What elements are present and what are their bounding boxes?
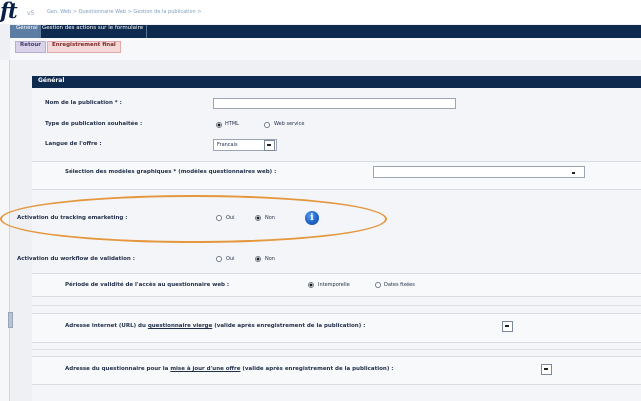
chevron-down-icon[interactable] (541, 364, 552, 375)
periode-validite-label: Période de validité de l'accès au questi… (65, 282, 230, 288)
periode-dates-radio[interactable] (375, 282, 381, 288)
chevron-down-icon (572, 172, 575, 174)
app-logo: ft (0, 0, 18, 23)
type-webservice-radio[interactable] (264, 122, 270, 128)
langue-offre-select[interactable]: Francais (213, 139, 277, 151)
workflow-non-radio[interactable] (255, 256, 261, 262)
divider (32, 305, 641, 306)
section-header (32, 76, 641, 88)
nom-publication-input[interactable] (213, 98, 456, 109)
left-side-panel (0, 60, 10, 401)
mise-a-jour-label: Adresse du questionnaire pour la mise à … (65, 366, 393, 372)
modeles-graphiques-label: Sélection des modèles graphiques * (modè… (65, 169, 277, 175)
type-html-radio[interactable] (216, 122, 222, 128)
tab-gestion-actions[interactable]: Gestion des actions sur le formulaire (38, 25, 148, 38)
type-webservice-label: Web service (274, 121, 305, 127)
enregistrement-final-button[interactable]: Enregistrement final (47, 41, 121, 53)
langue-offre-label: Langue de l'offre : (45, 141, 102, 147)
periode-intemporelle-radio[interactable] (308, 282, 314, 288)
type-publication-label: Type de publication souhaitée : (45, 121, 143, 127)
nom-publication-label: Nom de la publication * : (45, 100, 122, 106)
highlight-annotation (0, 195, 387, 243)
langue-offre-value: Francais (217, 142, 238, 148)
nav-bar: Général Gestion des actions sur le formu… (10, 25, 641, 38)
breadcrumb[interactable]: Gen. Web > Questionnaire Web > Gestion d… (47, 9, 202, 15)
workflow-non-label: Non (265, 256, 275, 262)
workflow-oui-label: Oui (226, 256, 235, 262)
questionnaire-vierge-link[interactable]: questionnaire vierge (148, 323, 213, 329)
retour-button[interactable]: Retour (15, 41, 47, 53)
periode-dates-label: Dates fixées (384, 282, 415, 288)
workflow-oui-radio[interactable] (216, 256, 222, 262)
divider (32, 349, 641, 350)
chevron-down-icon[interactable] (502, 321, 513, 332)
periode-intemporelle-label: Intemporelle (318, 282, 350, 288)
url-questionnaire-label: Adresse internet (URL) du questionnaire … (65, 323, 365, 329)
modeles-graphiques-select[interactable] (373, 166, 585, 178)
toolbar: Retour Enregistrement final (10, 38, 641, 60)
section-title: Général (38, 77, 65, 84)
url-suffix: (valide après enregistrement de la publi… (212, 323, 366, 329)
workflow-validation-label: Activation du workflow de validation : (17, 256, 135, 262)
type-html-label: HTML (225, 121, 239, 127)
version-label: v5 (27, 10, 35, 17)
maj-suffix: (valide après enregistrement de la publi… (240, 366, 394, 372)
panel-resize-handle[interactable] (8, 312, 13, 328)
tab-general[interactable]: Général (10, 25, 41, 38)
chevron-down-icon[interactable] (264, 140, 275, 151)
mise-a-jour-link[interactable]: mise à jour d'une offre (170, 366, 240, 372)
maj-prefix: Adresse du questionnaire pour la (65, 366, 171, 372)
url-prefix: Adresse internet (URL) du (65, 323, 148, 329)
